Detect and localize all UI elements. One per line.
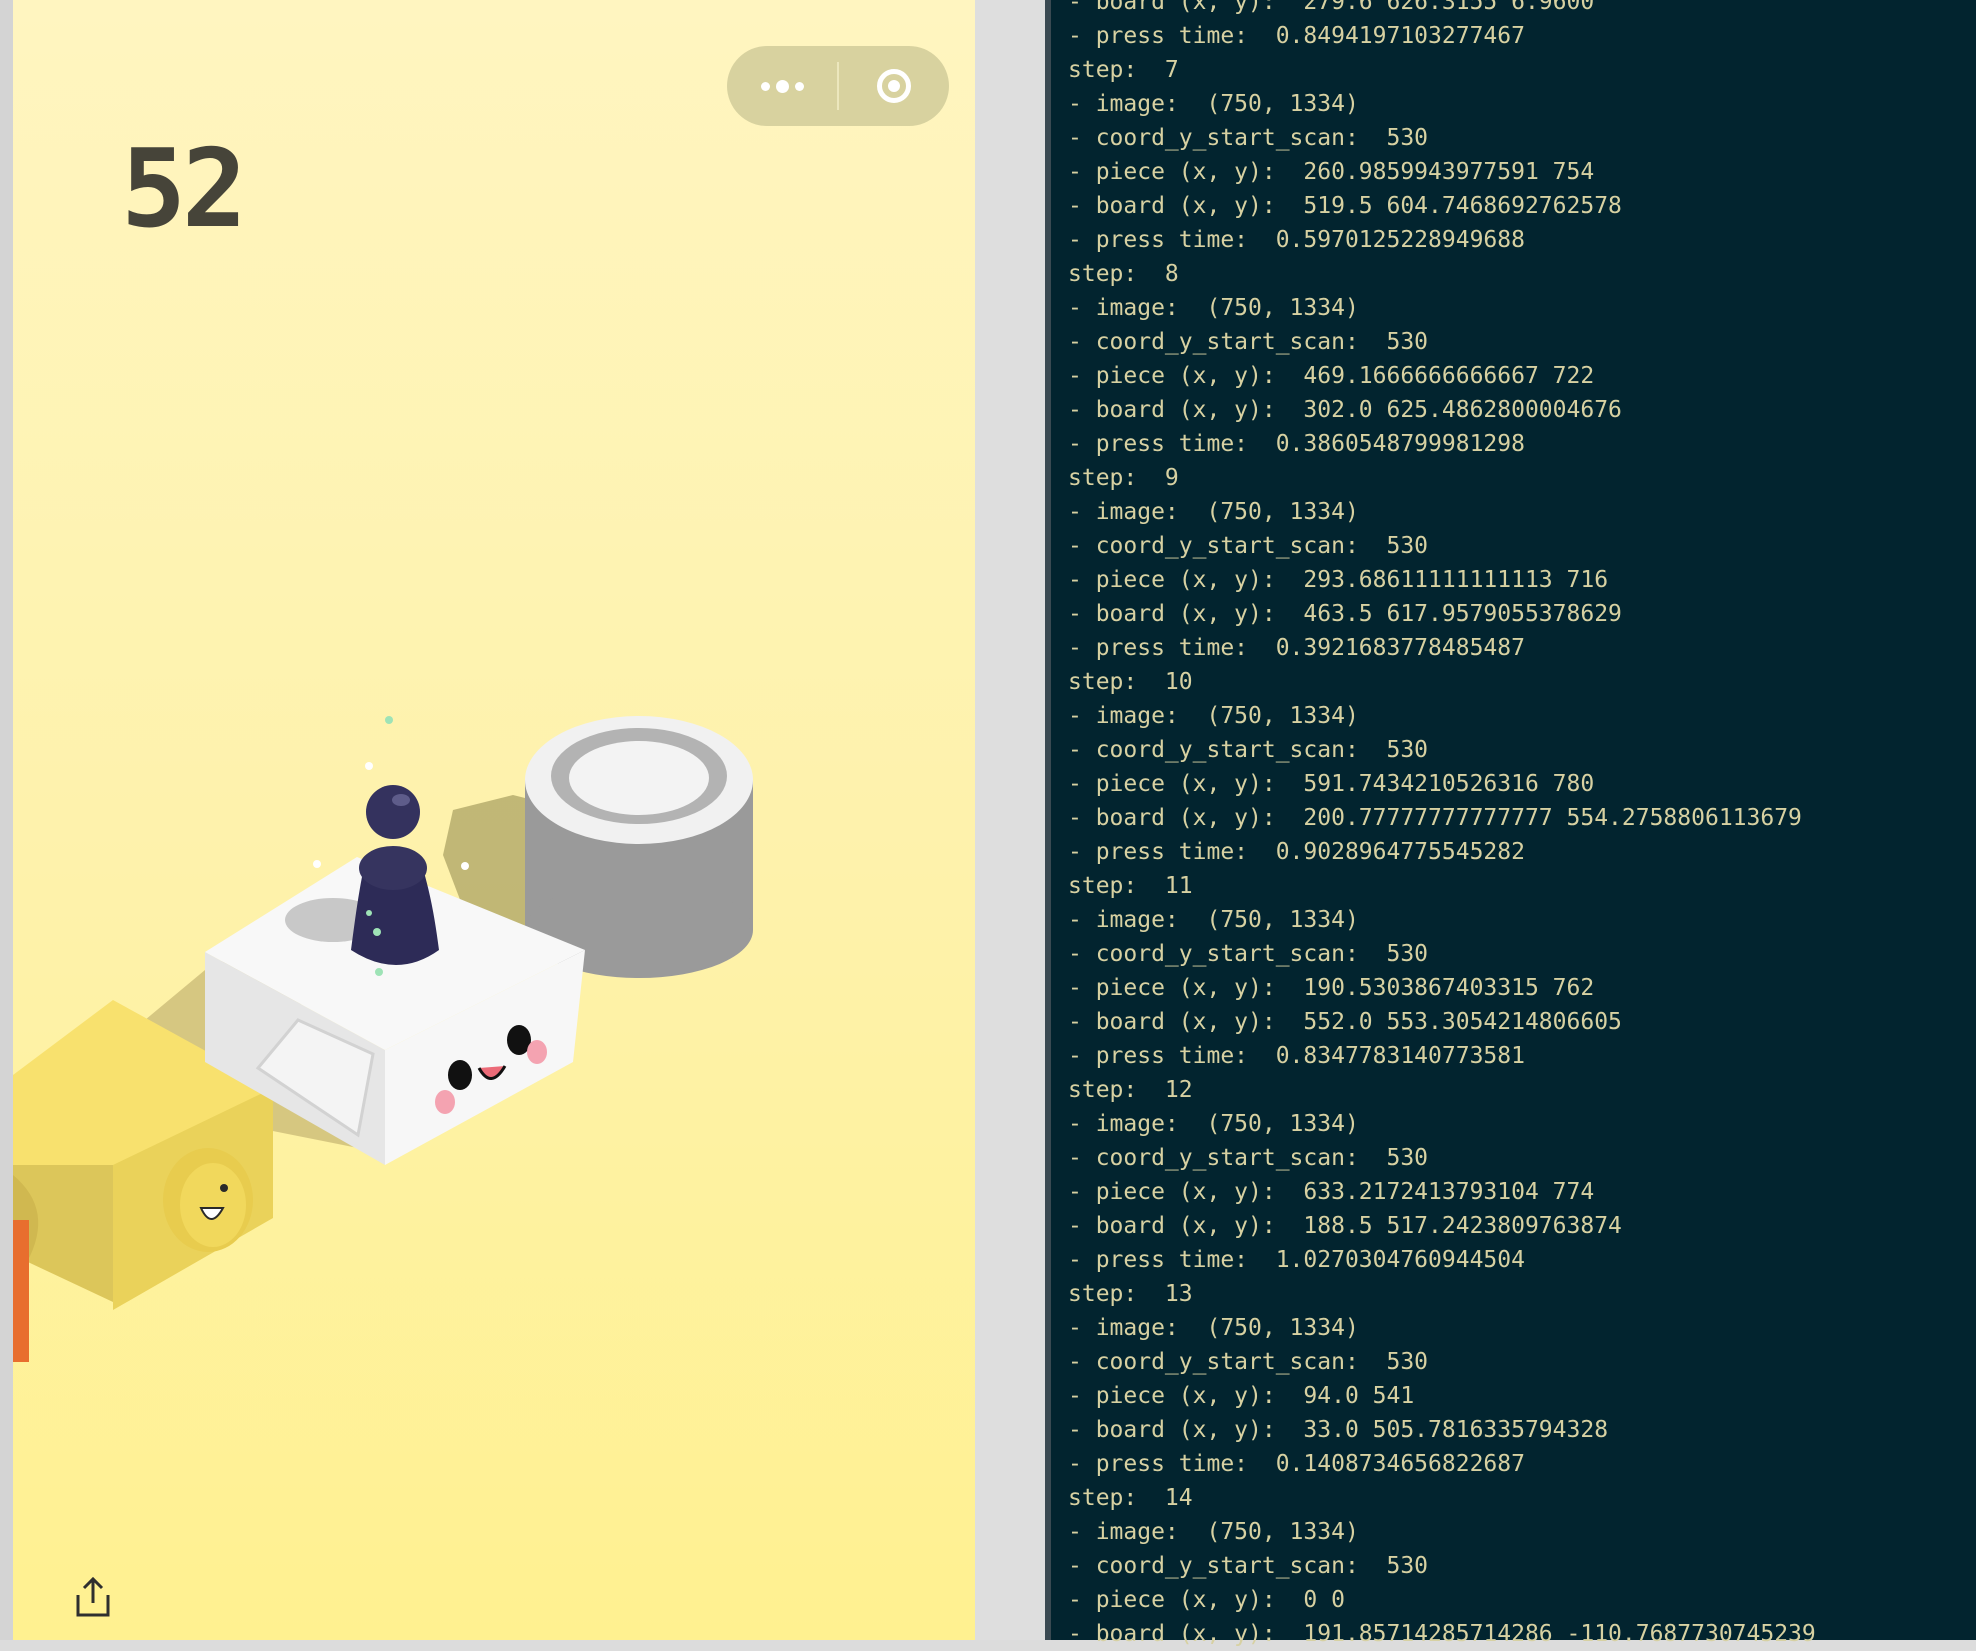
terminal-line: - press time: 0.8494197103277467 [1068,23,1525,49]
terminal-line: - press time: 0.1408734656822687 [1068,1451,1525,1477]
window-divider [975,0,1045,1640]
terminal-line: - piece (x, y): 293.68611111111113 716 [1068,567,1609,593]
terminal-line: - image: (750, 1334) [1068,1315,1359,1341]
terminal-line: - coord_y_start_scan: 530 [1068,329,1429,355]
cat-blush-left [435,1090,455,1114]
terminal-line: step: 7 [1068,57,1179,83]
terminal-line: - press time: 0.8347783140773581 [1068,1043,1525,1069]
terminal-line: - image: (750, 1334) [1068,295,1359,321]
orange-block-edge [13,1220,29,1362]
target-circle-icon [877,69,911,103]
terminal-line: - coord_y_start_scan: 530 [1068,941,1429,967]
more-dots-icon [760,79,804,93]
share-icon[interactable] [73,1575,113,1619]
terminal-line: step: 10 [1068,669,1193,695]
cylinder-top-inner [569,741,709,815]
terminal-line: - board (x, y): 552.0 553.3054214806605 [1068,1009,1622,1035]
terminal-line: - image: (750, 1334) [1068,91,1359,117]
player-piece-highlight [392,794,410,806]
terminal-line: - press time: 0.3860548799981298 [1068,431,1525,457]
terminal-line: - board (x, y): 33.0 505.7816335794328 [1068,1417,1609,1443]
terminal-line: - coord_y_start_scan: 530 [1068,1145,1429,1171]
player-piece-head[interactable] [366,785,420,839]
mini-program-capsule [727,46,949,126]
terminal-line: - piece (x, y): 0 0 [1068,1587,1345,1613]
terminal-line: - board (x, y): 191.85714285714286 -110.… [1068,1621,1816,1647]
terminal-line: - press time: 0.3921683778485487 [1068,635,1525,661]
particle [365,762,373,770]
terminal-line: step: 12 [1068,1077,1193,1103]
terminal-line: - coord_y_start_scan: 530 [1068,1553,1429,1579]
terminal-line: - image: (750, 1334) [1068,499,1359,525]
terminal-line: - board (x, y): 200.77777777777777 554.2… [1068,805,1802,831]
terminal-line: - piece (x, y): 190.5303867403315 762 [1068,975,1595,1001]
terminal-line: - coord_y_start_scan: 530 [1068,1349,1429,1375]
terminal-line: - press time: 0.9028964775545282 [1068,839,1525,865]
close-record-button[interactable] [839,46,949,126]
terminal-line: - piece (x, y): 633.2172413793104 774 [1068,1179,1595,1205]
terminal-line: - piece (x, y): 591.7434210526316 780 [1068,771,1595,797]
terminal-line: - image: (750, 1334) [1068,1519,1359,1545]
particle [366,910,372,916]
particle [373,928,381,936]
particle [461,862,469,870]
terminal-line: - piece (x, y): 94.0 541 [1068,1383,1415,1409]
particle [385,716,393,724]
terminal-line: - press time: 1.0270304760944504 [1068,1247,1525,1273]
terminal-line: - coord_y_start_scan: 530 [1068,533,1429,559]
window-left-edge [0,0,13,1640]
terminal-line: step: 13 [1068,1281,1193,1307]
terminal-line: - piece (x, y): 469.1666666666667 722 [1068,363,1595,389]
yellow-box-face-eye [220,1184,228,1192]
terminal-line: - board (x, y): 188.5 517.2423809763874 [1068,1213,1622,1239]
terminal-line: - press time: 0.5970125228949688 [1068,227,1525,253]
particle [313,860,321,868]
terminal-line: step: 8 [1068,261,1179,287]
terminal-line: - board (x, y): 302.0 625.4862800004676 [1068,397,1622,423]
particle [375,968,383,976]
cat-blush-right [527,1040,547,1064]
terminal-line: step: 11 [1068,873,1193,899]
terminal-line: - image: (750, 1334) [1068,703,1359,729]
terminal-line: - coord_y_start_scan: 530 [1068,737,1429,763]
score-counter: 52 [121,127,247,252]
terminal-log: - board (x, y): 279.6 626.3155 6.9600 - p… [1068,0,1816,1651]
terminal-line: - piece (x, y): 260.9859943977591 754 [1068,159,1595,185]
terminal-line: - image: (750, 1334) [1068,907,1359,933]
more-menu-button[interactable] [727,46,837,126]
cat-eye-left [448,1060,472,1090]
player-piece-shoulder [359,846,427,890]
terminal-line: - image: (750, 1334) [1068,1111,1359,1137]
terminal-line: - board (x, y): 463.5 617.9579055378629 [1068,601,1622,627]
terminal-line: - coord_y_start_scan: 530 [1068,125,1429,151]
terminal-line: step: 9 [1068,465,1179,491]
terminal-line: - board (x, y): 519.5 604.7468692762578 [1068,193,1622,219]
terminal-line: step: 14 [1068,1485,1193,1511]
terminal-line: - board (x, y): 279.6 626.3155 6.9600 [1068,0,1595,15]
yellow-box-face-bump-front [180,1163,246,1247]
game-screen[interactable]: 52 [13,0,975,1640]
